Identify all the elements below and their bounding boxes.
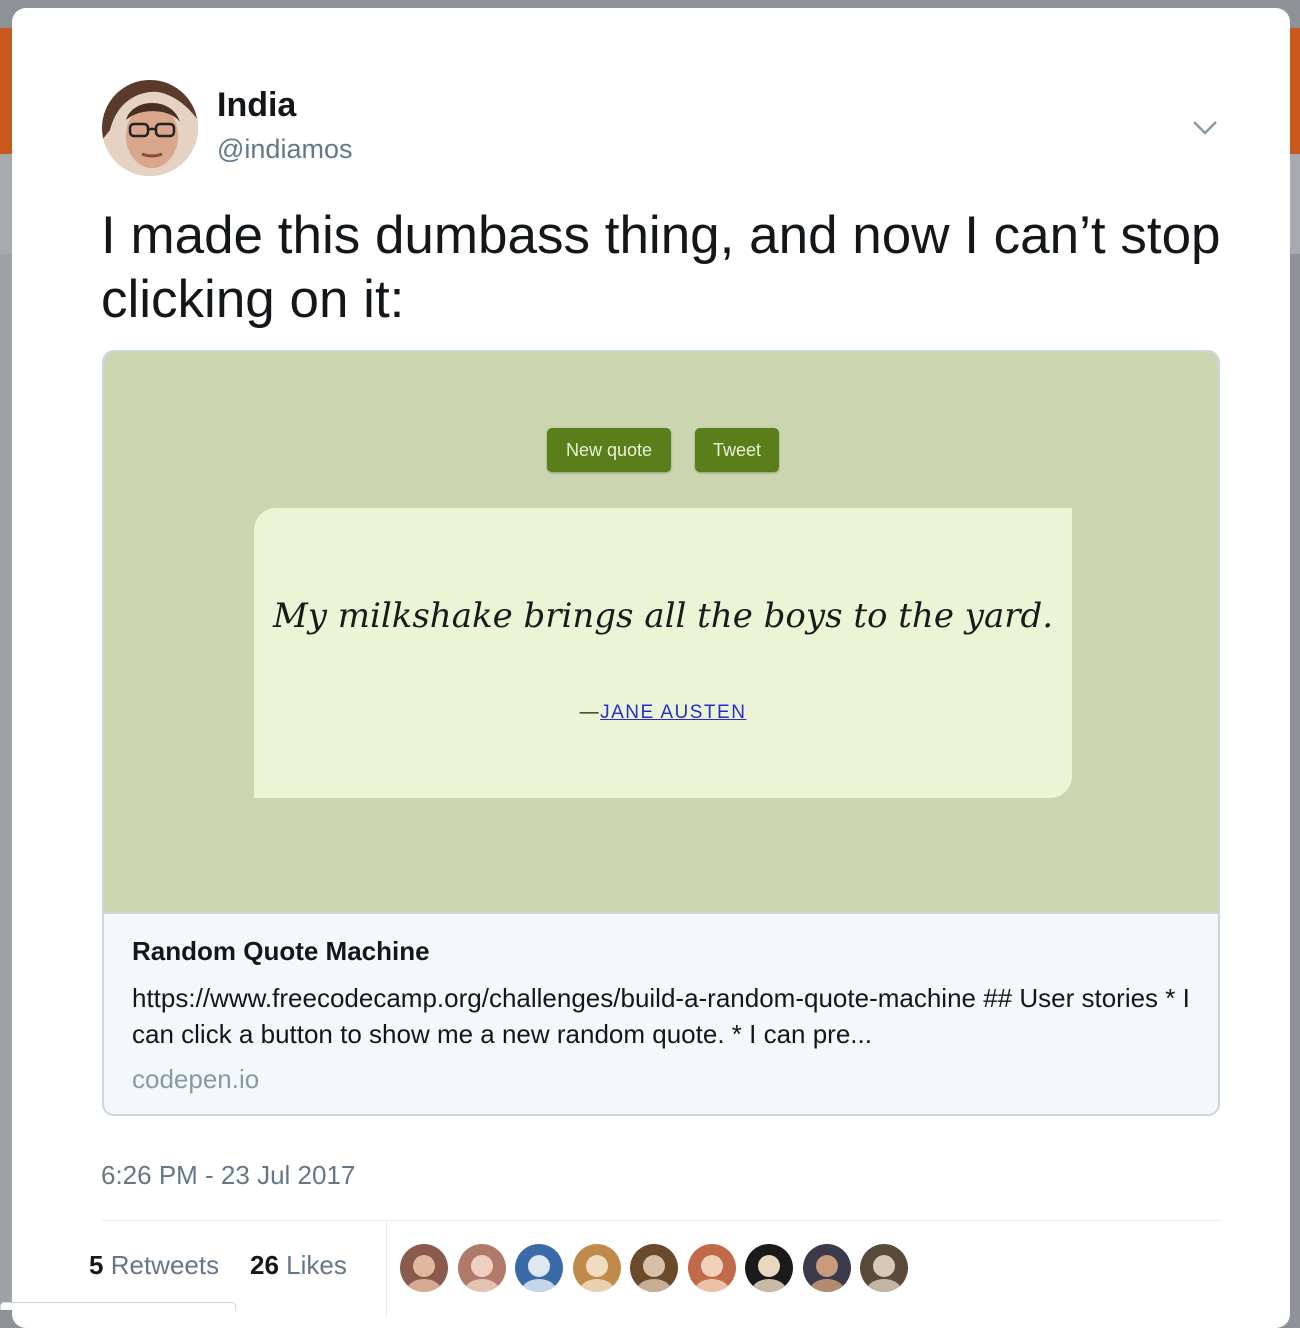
link-card-preview-image[interactable]: New quote Tweet My milkshake brings all …	[104, 352, 1218, 914]
liker-avatar[interactable]	[515, 1244, 563, 1292]
link-card-title[interactable]: Random Quote Machine	[132, 936, 430, 967]
chevron-down-icon[interactable]	[1190, 116, 1220, 140]
background-tab	[0, 1302, 236, 1310]
likes-stat[interactable]: 26 Likes	[250, 1250, 347, 1281]
quote-author-link[interactable]: JANE AUSTEN	[600, 702, 746, 723]
liker-avatar[interactable]	[687, 1244, 736, 1292]
tweet-modal: India @indiamos I made this dumbass thin…	[12, 8, 1290, 1328]
liker-avatar[interactable]	[860, 1244, 908, 1292]
author-handle[interactable]: @indiamos	[217, 134, 352, 165]
tweet-text: I made this dumbass thing, and now I can…	[101, 206, 1221, 329]
stats-separator	[386, 1222, 387, 1318]
tweet-quote-button[interactable]: Tweet	[695, 428, 779, 472]
author-avatar[interactable]	[102, 80, 198, 176]
avatar-portrait-icon	[102, 80, 198, 176]
liker-avatar[interactable]	[572, 1244, 621, 1292]
liker-avatar[interactable]	[400, 1244, 448, 1292]
tweet-timestamp[interactable]: 6:26 PM - 23 Jul 2017	[101, 1160, 355, 1191]
background-left-column	[0, 254, 12, 1310]
retweets-stat[interactable]: 5 Retweets	[89, 1250, 219, 1281]
link-card-description: https://www.freecodecamp.org/challenges/…	[132, 983, 1190, 1049]
quote-text: My milkshake brings all the boys to the …	[272, 596, 1054, 636]
new-quote-button[interactable]: New quote	[547, 428, 671, 472]
quote-author-dash: —	[579, 702, 601, 723]
author-name[interactable]: India	[217, 86, 296, 125]
liker-avatar[interactable]	[630, 1244, 678, 1292]
likes-count: 26	[250, 1250, 279, 1280]
retweets-count: 5	[89, 1250, 104, 1280]
likes-label: Likes	[286, 1250, 347, 1280]
liker-avatar[interactable]	[745, 1244, 793, 1292]
link-card-domain: codepen.io	[132, 1064, 260, 1094]
liker-avatar[interactable]	[457, 1244, 506, 1292]
liker-avatar[interactable]	[802, 1244, 851, 1292]
link-card[interactable]: New quote Tweet My milkshake brings all …	[102, 350, 1220, 1116]
retweets-label: Retweets	[110, 1250, 220, 1280]
quote-author: —JANE AUSTEN	[254, 702, 1072, 724]
quote-box: My milkshake brings all the boys to the …	[254, 508, 1072, 798]
stats-divider	[102, 1220, 1222, 1221]
